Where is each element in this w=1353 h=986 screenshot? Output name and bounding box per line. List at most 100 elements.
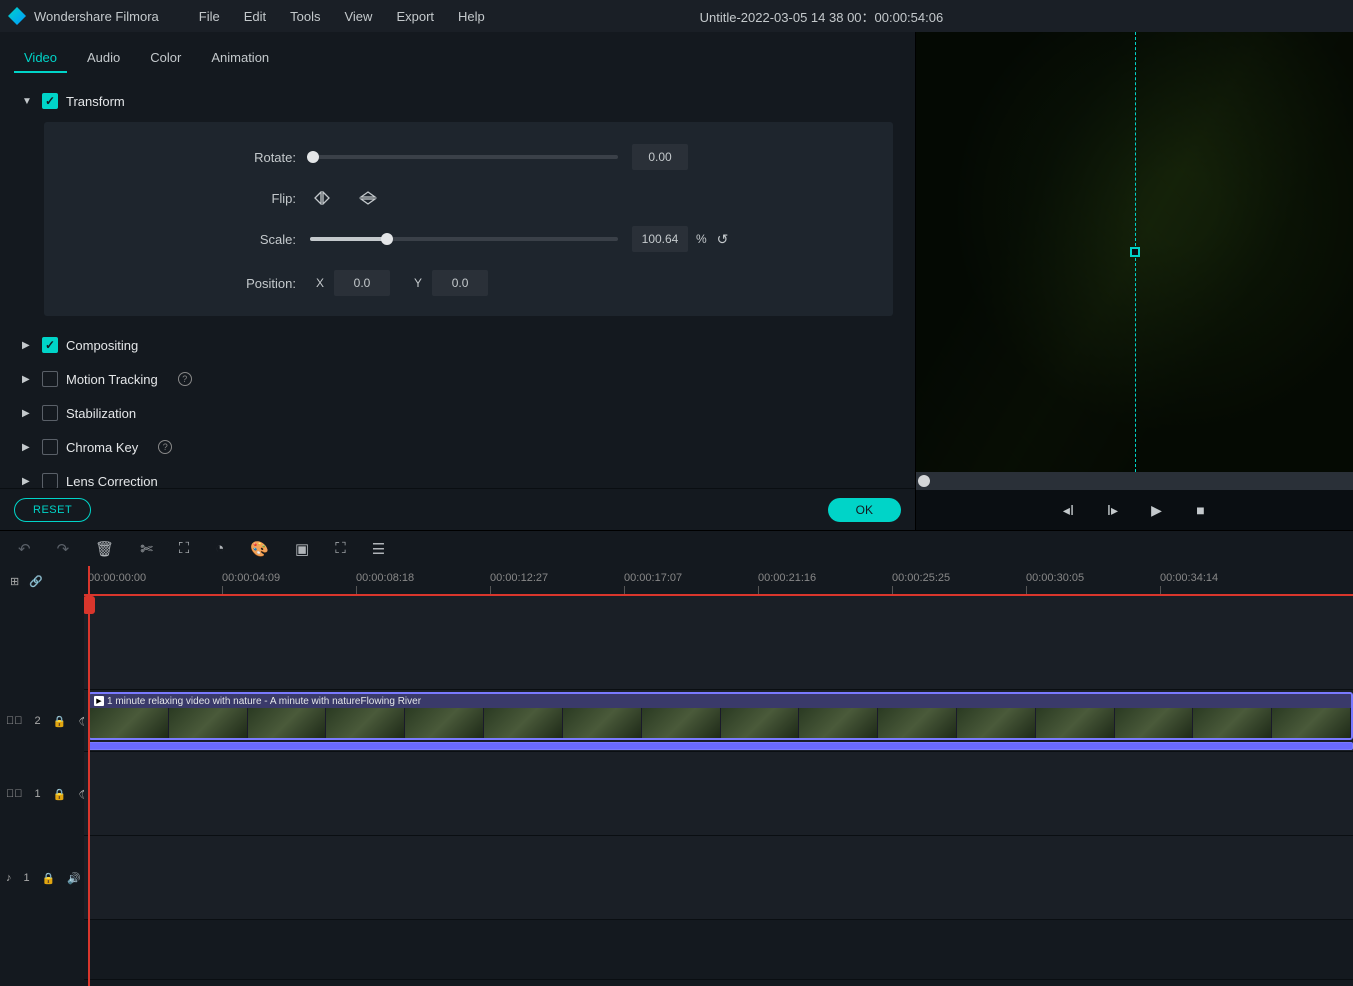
green-screen-icon[interactable]: ▣ (295, 540, 309, 558)
menu-file[interactable]: File (187, 5, 232, 28)
flip-label: Flip: (72, 191, 310, 206)
lens-checkbox[interactable] (42, 473, 58, 488)
play-icon[interactable]: ▶ (1147, 502, 1167, 519)
tab-animation[interactable]: Animation (201, 44, 279, 73)
section-lens-correction[interactable]: ▶ Lens Correction (22, 464, 893, 488)
section-transform-header[interactable]: ▼ Transform (22, 84, 893, 118)
timeline-tracks[interactable]: 00:00:00:00 00:00:04:09 00:00:08:18 00:0… (84, 566, 1353, 986)
clip-audio-bar[interactable] (88, 742, 1353, 750)
help-icon[interactable]: ? (158, 440, 172, 454)
chroma-checkbox[interactable] (42, 439, 58, 455)
rotate-slider[interactable] (310, 155, 618, 159)
scale-unit: % (696, 232, 707, 246)
menu-help[interactable]: Help (446, 5, 497, 28)
scale-row: Scale: % ↺ (72, 226, 865, 252)
redo-icon[interactable]: ↷ (57, 540, 70, 558)
transform-checkbox[interactable] (42, 93, 58, 109)
section-motion-tracking[interactable]: ▶ Motion Tracking ? (22, 362, 893, 396)
caret-right-icon: ▶ (22, 442, 32, 453)
undo-icon[interactable]: ↶ (18, 540, 31, 558)
caret-right-icon: ▶ (22, 408, 32, 419)
tab-audio[interactable]: Audio (77, 44, 130, 73)
tab-video[interactable]: Video (14, 44, 67, 73)
tick: 00:00:30:05 (1026, 572, 1084, 584)
compositing-label: Compositing (66, 338, 138, 353)
main-area: Video Audio Color Animation ▼ Transform … (0, 32, 1353, 530)
play-pause-icon[interactable]: Ⅰ▸ (1103, 502, 1123, 519)
section-compositing[interactable]: ▶ Compositing (22, 328, 893, 362)
lock-icon[interactable]: 🔒 (42, 872, 56, 885)
clip-thumbnails (90, 708, 1351, 738)
section-stabilization[interactable]: ▶ Stabilization (22, 396, 893, 430)
menu-tools[interactable]: Tools (278, 5, 332, 28)
position-label: Position: (72, 276, 310, 291)
rotate-value[interactable] (632, 144, 688, 170)
lock-icon[interactable]: 🔒 (53, 788, 67, 801)
video-track-icon: ▸⃞ (6, 788, 23, 800)
tick: 00:00:04:09 (222, 572, 280, 584)
reset-button[interactable]: RESET (14, 498, 91, 522)
video-track-1[interactable] (84, 752, 1353, 836)
video-clip[interactable]: ▶ 1 minute relaxing video with nature - … (88, 692, 1353, 740)
tick: 00:00:12:27 (490, 572, 548, 584)
crop-icon[interactable]: ⛶ (179, 540, 190, 557)
video-track-2[interactable]: ▶ 1 minute relaxing video with nature - … (84, 690, 1353, 752)
menubar: Wondershare Filmora File Edit Tools View… (0, 0, 1353, 32)
menu-view[interactable]: View (332, 5, 384, 28)
track-v2-num: 2 (35, 715, 41, 727)
panel-footer: RESET OK (0, 488, 915, 530)
add-track-icon[interactable]: ⊞ (10, 575, 19, 588)
timeline-ruler[interactable]: 00:00:00:00 00:00:04:09 00:00:08:18 00:0… (84, 566, 1353, 596)
app-title: Wondershare Filmora (34, 9, 159, 24)
clip-title: 1 minute relaxing video with nature - A … (107, 696, 421, 707)
color-icon[interactable]: 🎨 (250, 540, 269, 558)
scrub-thumb[interactable] (918, 475, 930, 487)
cut-icon[interactable]: ✄ (140, 540, 153, 558)
scale-value[interactable] (632, 226, 688, 252)
app-logo-icon (8, 7, 26, 25)
scale-reset-icon[interactable]: ↺ (717, 231, 729, 248)
link-icon[interactable]: 🔗 (29, 575, 43, 588)
chroma-label: Chroma Key (66, 440, 138, 455)
tick: 00:00:00:00 (88, 572, 146, 584)
transform-body: Rotate: Flip: Scale: (44, 122, 893, 316)
track-empty (84, 920, 1353, 980)
position-x-label: X (316, 276, 324, 290)
video-preview[interactable] (916, 32, 1353, 472)
property-tabs: Video Audio Color Animation (0, 32, 915, 74)
position-y-label: Y (414, 276, 422, 290)
speed-icon[interactable]: ◔ (215, 540, 224, 557)
delete-icon[interactable]: 🗑 (95, 540, 114, 558)
prev-frame-icon[interactable]: ◂Ⅰ (1059, 502, 1079, 519)
menu-export[interactable]: Export (384, 5, 446, 28)
compositing-checkbox[interactable] (42, 337, 58, 353)
flip-row: Flip: (72, 188, 865, 208)
scale-slider[interactable] (310, 237, 618, 241)
volume-icon[interactable]: 🔊 (67, 872, 81, 885)
position-y-value[interactable] (432, 270, 488, 296)
project-name: Untitle-2022-03-05 14 38 00：00:00:54:06 (700, 7, 944, 26)
motion-checkbox[interactable] (42, 371, 58, 387)
help-icon[interactable]: ? (178, 372, 192, 386)
adjust-icon[interactable]: ☰ (372, 540, 385, 558)
ok-button[interactable]: OK (828, 498, 901, 522)
flip-vertical-icon[interactable] (356, 188, 380, 208)
lock-icon[interactable]: 🔒 (53, 715, 67, 728)
position-row: Position: X Y (72, 270, 865, 296)
playhead[interactable] (88, 566, 90, 986)
preview-scrubber[interactable] (916, 472, 1353, 490)
stab-checkbox[interactable] (42, 405, 58, 421)
preview-handle[interactable] (1130, 247, 1140, 257)
audio-track-1[interactable] (84, 836, 1353, 920)
caret-right-icon: ▶ (22, 340, 32, 351)
flip-horizontal-icon[interactable] (310, 188, 334, 208)
scale-label: Scale: (72, 232, 310, 247)
video-track-icon: ▸⃞ (6, 715, 23, 727)
tick: 00:00:25:25 (892, 572, 950, 584)
tab-color[interactable]: Color (140, 44, 191, 73)
expand-icon[interactable]: ⛶ (335, 540, 346, 557)
position-x-value[interactable] (334, 270, 390, 296)
section-chroma-key[interactable]: ▶ Chroma Key ? (22, 430, 893, 464)
stop-icon[interactable]: ■ (1191, 502, 1211, 518)
menu-edit[interactable]: Edit (232, 5, 278, 28)
